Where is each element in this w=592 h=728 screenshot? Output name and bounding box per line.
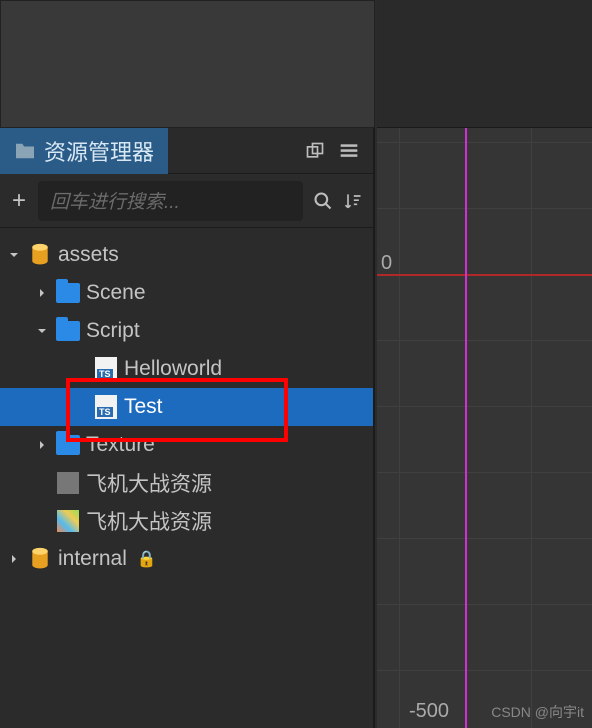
assets-tab[interactable]: 资源管理器 bbox=[0, 128, 168, 174]
tree-label: Helloworld bbox=[124, 357, 222, 381]
database-icon bbox=[28, 547, 52, 571]
tree-label: internal bbox=[58, 547, 127, 571]
assets-toolbar: + 回车进行搜索... bbox=[0, 174, 373, 228]
tree-folder-script[interactable]: Script bbox=[0, 312, 373, 350]
chevron-right-icon bbox=[34, 440, 50, 450]
watermark-text: CSDN @向宇it bbox=[491, 702, 584, 722]
atlas-icon bbox=[57, 510, 79, 532]
tree-folder-internal[interactable]: internal 🔒 bbox=[0, 540, 373, 578]
tree-label: 飞机大战资源 bbox=[86, 468, 212, 498]
assets-tab-label: 资源管理器 bbox=[44, 135, 154, 167]
menu-icon[interactable] bbox=[339, 141, 359, 161]
folder-icon bbox=[56, 435, 80, 455]
add-asset-button[interactable]: + bbox=[10, 187, 28, 215]
tree-folder-scene[interactable]: Scene bbox=[0, 274, 373, 312]
popout-icon[interactable] bbox=[305, 141, 325, 161]
search-placeholder-text: 回车进行搜索... bbox=[50, 187, 180, 214]
scene-top-dark bbox=[377, 0, 592, 128]
assets-panel: 资源管理器 + 回车进行搜索... assets bbox=[0, 0, 375, 728]
texture-icon bbox=[57, 472, 79, 494]
panel-tab-bar: 资源管理器 bbox=[0, 128, 373, 174]
tree-file-helloworld[interactable]: Helloworld bbox=[0, 350, 373, 388]
tree-asset-plane-resource-2[interactable]: 飞机大战资源 bbox=[0, 502, 373, 540]
lock-icon: 🔒 bbox=[137, 549, 157, 569]
axis-x bbox=[377, 274, 592, 276]
assets-tree: assets Scene Script Helloworld Test Text… bbox=[0, 228, 373, 578]
folder-icon bbox=[56, 283, 80, 303]
database-icon bbox=[28, 243, 52, 267]
tree-file-test[interactable]: Test bbox=[0, 388, 373, 426]
tree-folder-texture[interactable]: Texture bbox=[0, 426, 373, 464]
tree-label: Script bbox=[86, 319, 140, 343]
coord-lower-label: -500 bbox=[409, 700, 449, 723]
tree-asset-plane-resource-1[interactable]: 飞机大战资源 bbox=[0, 464, 373, 502]
folder-icon bbox=[56, 321, 80, 341]
chevron-down-icon bbox=[6, 250, 22, 260]
folder-icon bbox=[14, 142, 36, 160]
tree-label: Texture bbox=[86, 433, 155, 457]
tree-label: assets bbox=[58, 243, 119, 267]
chevron-down-icon bbox=[34, 326, 50, 336]
chevron-right-icon bbox=[34, 288, 50, 298]
search-input[interactable]: 回车进行搜索... bbox=[38, 181, 303, 221]
sort-icon[interactable] bbox=[343, 191, 363, 211]
tree-label: Test bbox=[124, 395, 163, 419]
typescript-icon bbox=[95, 357, 117, 381]
tree-label: Scene bbox=[86, 281, 146, 305]
chevron-right-icon bbox=[6, 554, 22, 564]
search-icon[interactable] bbox=[313, 191, 333, 211]
tree-label: 飞机大战资源 bbox=[86, 506, 212, 536]
tree-folder-assets[interactable]: assets bbox=[0, 236, 373, 274]
coord-origin-label: 0 bbox=[381, 252, 392, 275]
upper-empty-panel bbox=[0, 0, 375, 128]
typescript-icon bbox=[95, 395, 117, 419]
